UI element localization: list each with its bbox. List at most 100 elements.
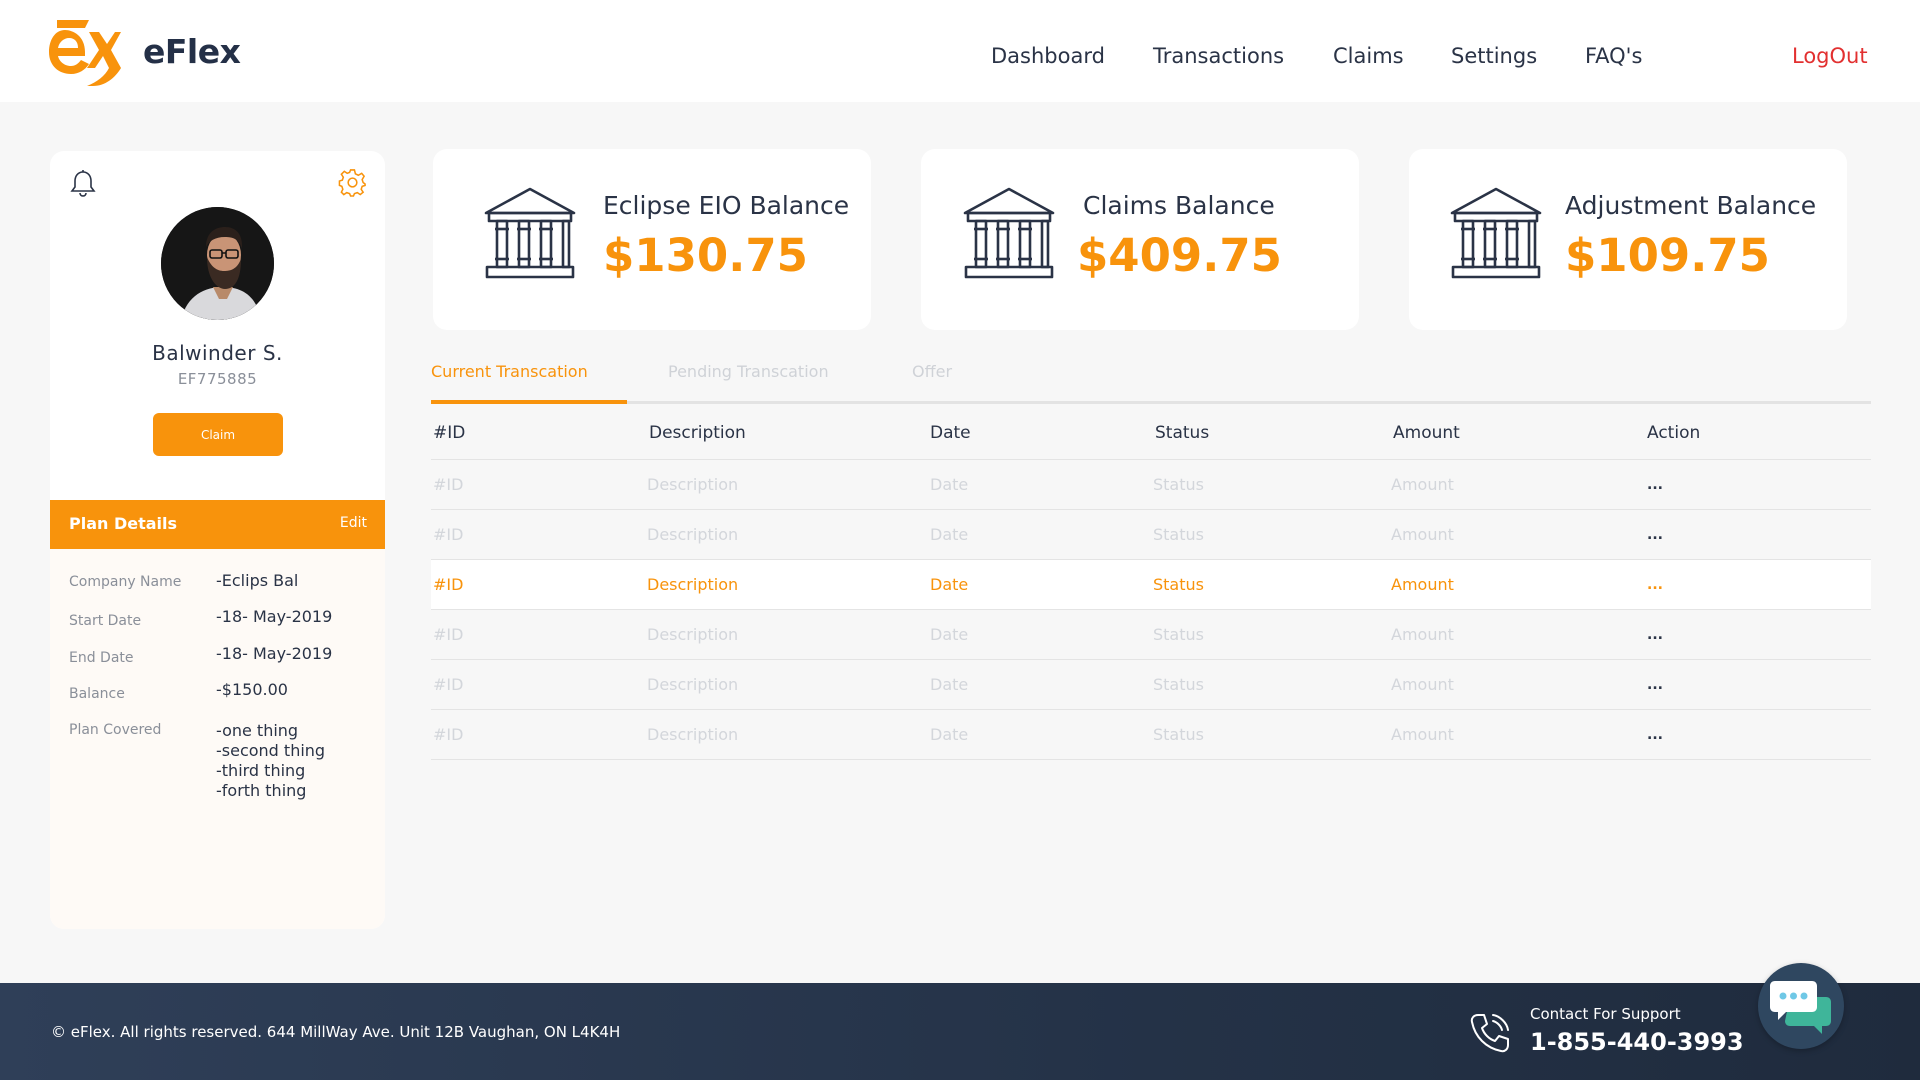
balance-card-eclipse: Eclipse EIO Balance $130.75 (433, 149, 871, 330)
table-row[interactable]: #ID Description Date Status Amount ... (431, 510, 1871, 560)
plan-covered-list: -one thing -second thing -third thing -f… (216, 721, 325, 801)
cell-date: Date (930, 725, 969, 744)
end-date-label: End Date (69, 650, 134, 666)
plan-edit-button[interactable]: Edit (340, 515, 367, 531)
row-action-menu[interactable]: ... (1647, 560, 1663, 610)
column-header-id: #ID (433, 423, 466, 443)
tab-active-indicator (431, 400, 627, 404)
balance-title: Eclipse EIO Balance (603, 191, 850, 220)
claim-button[interactable]: Claim (153, 413, 283, 456)
cell-date: Date (930, 525, 969, 544)
cell-description: Description (647, 525, 739, 544)
row-action-menu[interactable]: ... (1647, 460, 1663, 510)
transaction-tabs: Current Transcation Pending Transcation … (431, 360, 1871, 405)
profile-card: Balwinder S. EF775885 Claim Plan Details… (50, 151, 385, 929)
tab-offer[interactable]: Offer (912, 362, 952, 381)
user-id: EF775885 (177, 370, 258, 388)
avatar-photo (161, 207, 274, 320)
tab-pending-transaction[interactable]: Pending Transcation (668, 362, 829, 381)
logout-link[interactable]: LogOut (1792, 44, 1868, 68)
cell-id: #ID (433, 725, 464, 744)
main-nav: Dashboard Transactions Claims Settings F… (0, 44, 1920, 74)
table-row[interactable]: #ID Description Date Status Amount ... (431, 460, 1871, 510)
nav-faqs[interactable]: FAQ's (1585, 44, 1642, 68)
plan-covered-item: -second thing (216, 741, 326, 760)
balance-label: Balance (69, 686, 125, 702)
table-row[interactable]: #ID Description Date Status Amount ... (431, 710, 1871, 760)
plan-details-header: Plan Details Edit (50, 500, 385, 549)
cell-amount: Amount (1391, 675, 1454, 694)
top-header: eFlex Dashboard Transactions Claims Sett… (0, 0, 1920, 102)
company-name-label: Company Name (69, 574, 182, 590)
cell-status: Status (1153, 525, 1204, 544)
bank-icon (484, 187, 576, 279)
cell-id: #ID (433, 575, 464, 594)
chat-button[interactable] (1758, 963, 1844, 1049)
plan-details-body: Company Name -Eclips Bal Start Date -18-… (50, 549, 385, 929)
cell-description: Description (647, 625, 739, 644)
nav-dashboard[interactable]: Dashboard (991, 44, 1105, 68)
transactions-table: #ID Description Date Status Amount Actio… (431, 408, 1871, 760)
balance-value: -$150.00 (216, 680, 288, 699)
column-header-date: Date (930, 423, 971, 443)
plan-details-title: Plan Details (69, 514, 178, 533)
support-phone-number[interactable]: 1-855-440-3993 (1530, 1028, 1744, 1056)
cell-description: Description (647, 475, 739, 494)
cell-amount: Amount (1391, 725, 1454, 744)
phone-icon[interactable] (1468, 1011, 1512, 1055)
table-row[interactable]: #ID Description Date Status Amount ... (431, 660, 1871, 710)
table-header: #ID Description Date Status Amount Actio… (431, 408, 1871, 460)
row-action-menu[interactable]: ... (1647, 710, 1663, 760)
tabs-divider (431, 401, 1871, 404)
bank-icon (963, 187, 1055, 279)
cell-id: #ID (433, 475, 464, 494)
bell-icon[interactable] (70, 169, 96, 197)
balance-amount: $130.75 (603, 229, 808, 282)
tab-current-transaction[interactable]: Current Transcation (431, 362, 588, 381)
cell-id: #ID (433, 525, 464, 544)
balance-card-adjustment: Adjustment Balance $109.75 (1409, 149, 1847, 330)
company-name-value: -Eclips Bal (216, 571, 299, 590)
balance-card-claims: Claims Balance $409.75 (921, 149, 1359, 330)
balance-title: Adjustment Balance (1565, 191, 1817, 220)
row-action-menu[interactable]: ... (1647, 660, 1663, 710)
row-action-menu[interactable]: ... (1647, 610, 1663, 660)
cell-description: Description (647, 725, 739, 744)
column-header-description: Description (649, 423, 746, 443)
cell-date: Date (930, 625, 969, 644)
support-label: Contact For Support (1530, 1005, 1681, 1023)
chat-icon (1770, 981, 1831, 1034)
cell-description: Description (647, 675, 739, 694)
cell-amount: Amount (1391, 525, 1454, 544)
cell-date: Date (930, 475, 969, 494)
user-name: Balwinder S. (152, 341, 283, 365)
nav-transactions[interactable]: Transactions (1153, 44, 1284, 68)
column-header-status: Status (1155, 423, 1210, 443)
column-header-action: Action (1647, 423, 1701, 443)
cell-status: Status (1153, 625, 1204, 644)
plan-covered-item: -third thing (216, 761, 306, 780)
column-header-amount: Amount (1393, 423, 1460, 443)
cell-id: #ID (433, 625, 464, 644)
start-date-label: Start Date (69, 613, 142, 629)
cell-amount: Amount (1391, 625, 1454, 644)
cell-date: Date (930, 575, 969, 594)
plan-covered-item: -one thing (216, 721, 299, 740)
row-action-menu[interactable]: ... (1647, 510, 1663, 560)
nav-claims[interactable]: Claims (1333, 44, 1404, 68)
balance-amount: $109.75 (1565, 229, 1770, 282)
gear-icon[interactable] (338, 168, 367, 197)
cell-status: Status (1153, 475, 1204, 494)
balance-amount: $409.75 (1077, 229, 1282, 282)
cell-amount: Amount (1391, 575, 1454, 594)
copyright-text: © eFlex. All rights reserved. 644 MillWa… (51, 1023, 621, 1041)
cell-date: Date (930, 675, 969, 694)
cell-status: Status (1153, 675, 1204, 694)
table-row[interactable]: #ID Description Date Status Amount ... (431, 610, 1871, 660)
table-row-highlighted[interactable]: #ID Description Date Status Amount ... (431, 560, 1871, 610)
end-date-value: -18- May-2019 (216, 644, 333, 663)
plan-covered-label: Plan Covered (69, 722, 162, 738)
nav-settings[interactable]: Settings (1451, 44, 1537, 68)
balance-title: Claims Balance (1083, 191, 1275, 220)
cell-description: Description (647, 575, 739, 594)
